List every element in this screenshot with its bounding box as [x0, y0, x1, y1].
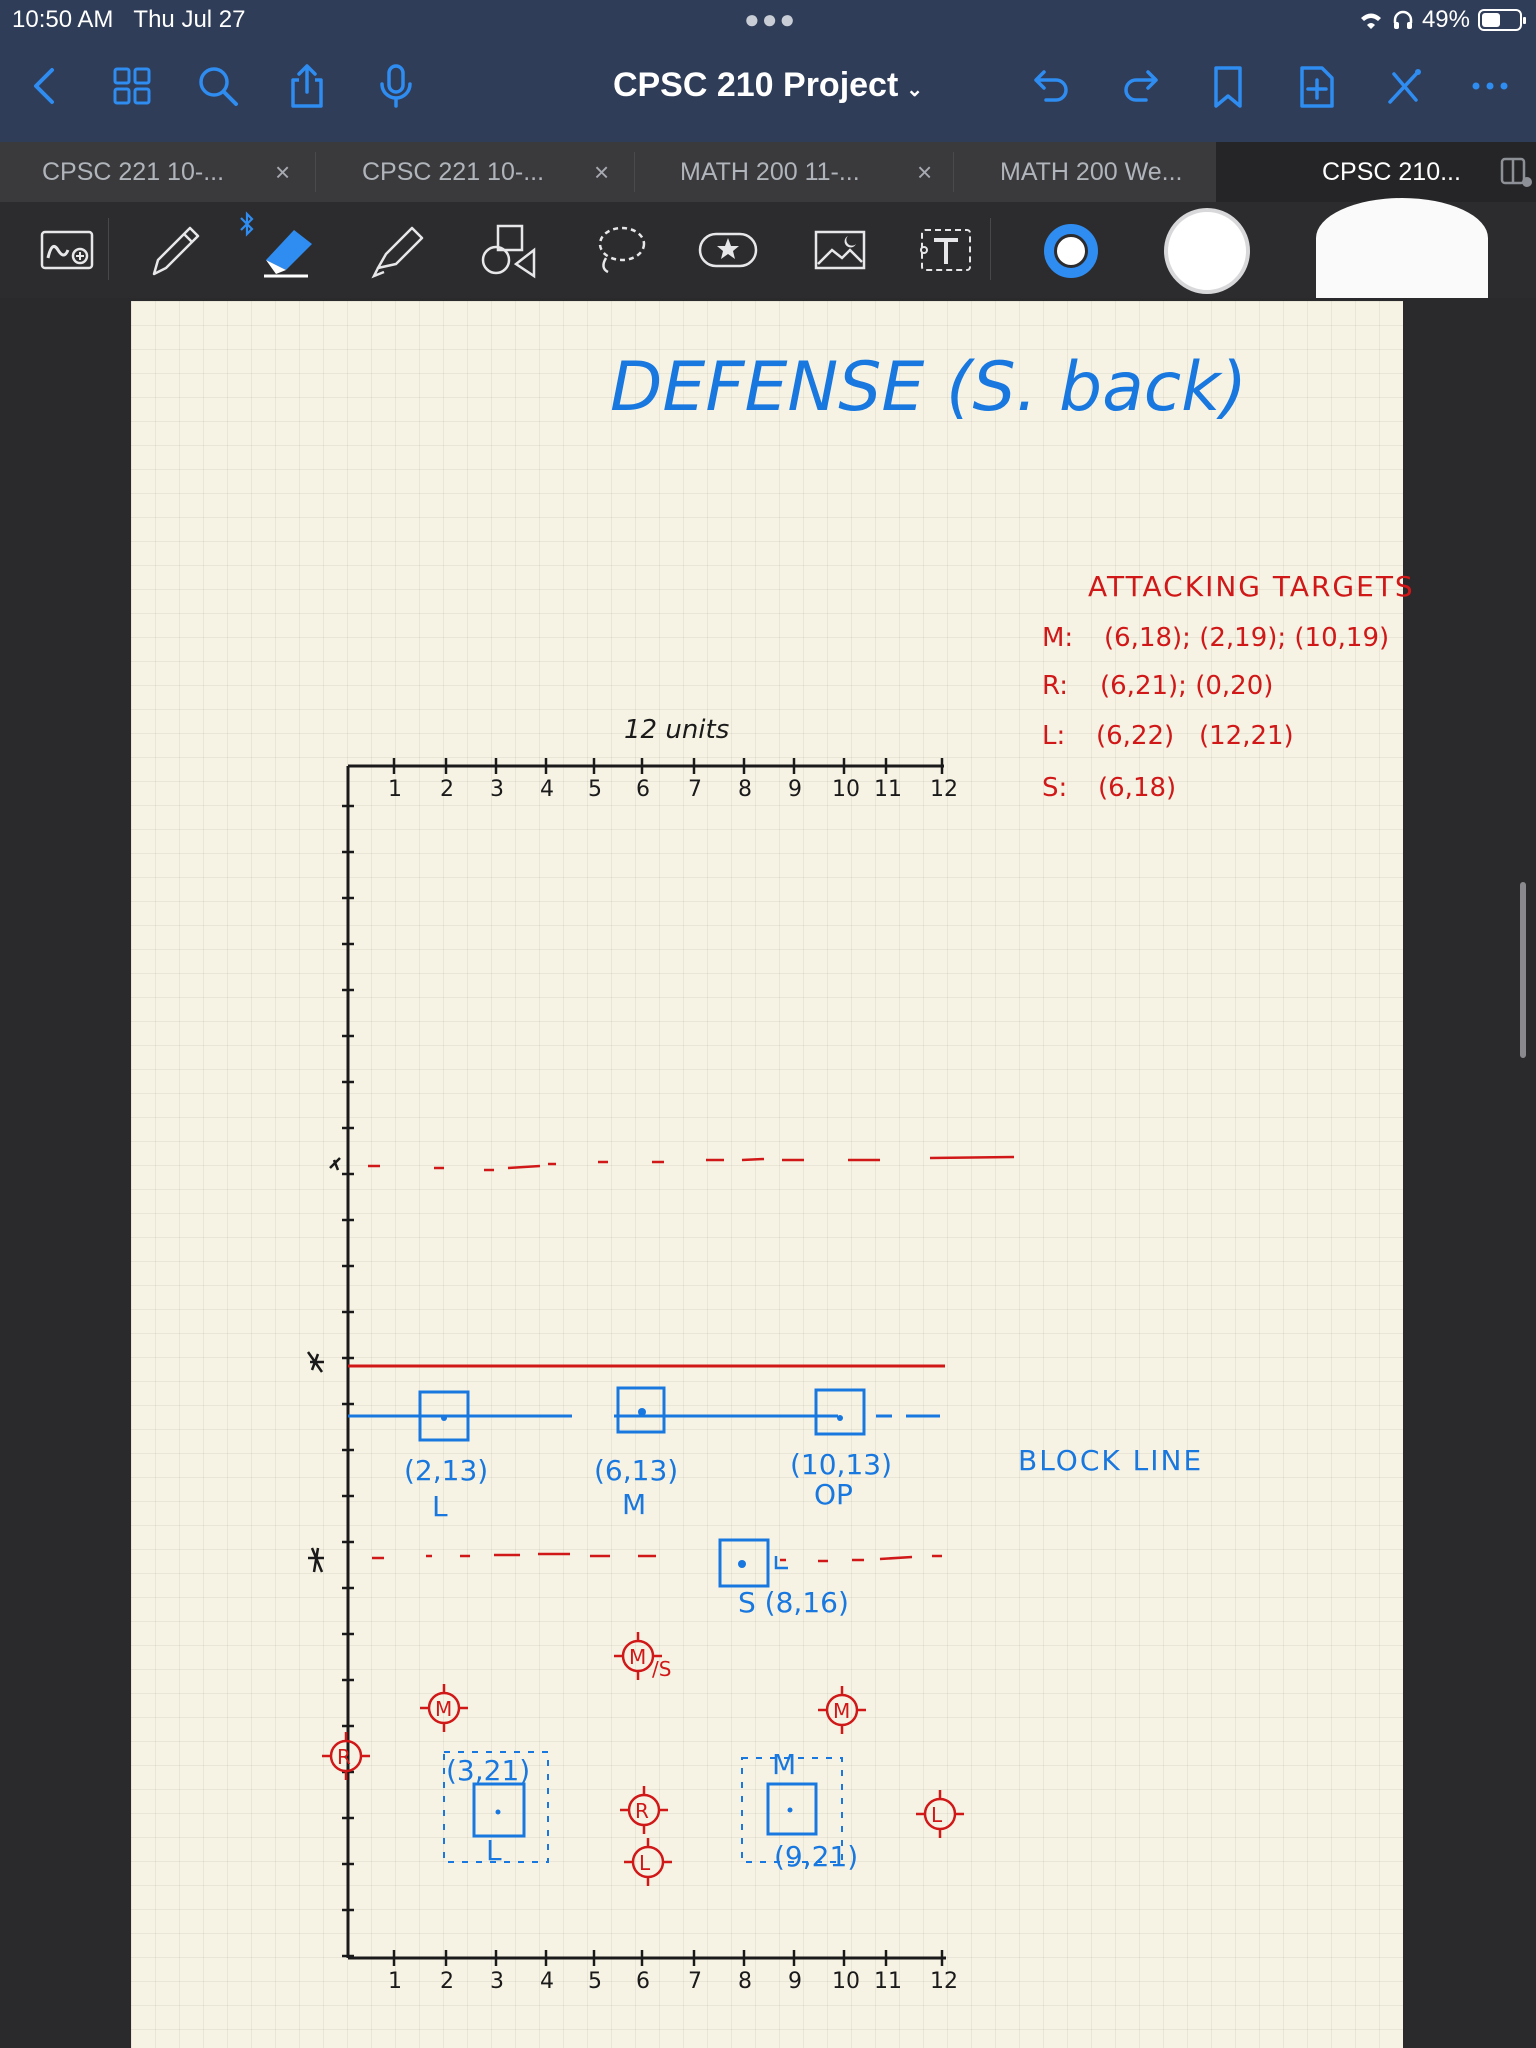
split-view-icon[interactable] — [1500, 156, 1534, 188]
multitasking-dots-icon[interactable]: ●●● — [744, 4, 797, 35]
scrollbar[interactable] — [1520, 882, 1526, 1058]
image-tool-icon[interactable] — [810, 220, 870, 280]
top-bar: 10:50 AM Thu Jul 27 ●●● 49% CPSC 210 Pro… — [0, 0, 1536, 142]
color-selected-blue[interactable] — [1044, 224, 1098, 278]
undo-icon[interactable] — [1028, 62, 1076, 110]
more-options-icon[interactable] — [1466, 62, 1514, 110]
add-page-icon[interactable] — [1292, 62, 1340, 110]
tab-label: MATH 200 We... — [1000, 157, 1183, 186]
headphones-icon — [1393, 10, 1413, 29]
stroke-preview[interactable] — [1316, 198, 1488, 298]
tool-divider — [990, 218, 991, 280]
bookmark-icon[interactable] — [1204, 62, 1252, 110]
document-title-text: CPSC 210 Project — [612, 66, 899, 104]
date-text: Thu Jul 27 — [133, 6, 246, 33]
tab-5-active[interactable]: CPSC 210... — [1216, 142, 1536, 202]
chevron-down-icon: ⌄ — [906, 79, 924, 101]
tab-label: CPSC 221 10-... — [42, 157, 225, 186]
bluetooth-icon — [236, 210, 258, 238]
status-time: 10:50 AM Thu Jul 27 — [12, 6, 246, 34]
tab-label: CPSC 210... — [1322, 157, 1461, 186]
eraser-tool-icon[interactable] — [258, 220, 318, 280]
tab-2[interactable]: CPSC 221 10-... × — [316, 142, 634, 202]
battery-icon — [1478, 9, 1526, 31]
elements-sticker-icon[interactable] — [698, 220, 758, 280]
redo-icon[interactable] — [1116, 62, 1164, 110]
tool-divider — [108, 218, 109, 280]
text-tool-icon[interactable] — [916, 220, 976, 280]
time-text: 10:50 AM — [12, 6, 114, 33]
lasso-tool-icon[interactable] — [590, 220, 650, 280]
tab-4[interactable]: MATH 200 We... × — [954, 142, 1249, 202]
status-bar: 10:50 AM Thu Jul 27 ●●● 49% — [0, 0, 1536, 40]
close-icon[interactable]: × — [917, 157, 932, 188]
note-page[interactable] — [131, 301, 1403, 2048]
color-inner — [1054, 234, 1088, 268]
pen-tool-icon[interactable] — [146, 220, 206, 280]
close-icon[interactable]: × — [594, 157, 609, 188]
tab-bar: CPSC 221 10-... × CPSC 221 10-... × MATH… — [0, 142, 1536, 202]
battery-percent: 49% — [1421, 6, 1470, 33]
status-right: 49% — [1358, 6, 1526, 34]
stroke-size-white[interactable] — [1164, 208, 1250, 294]
tab-label: CPSC 221 10-... — [362, 157, 545, 186]
tab-3[interactable]: MATH 200 11-... × — [635, 142, 953, 202]
tools-off-icon[interactable] — [1380, 62, 1428, 110]
drawing-toolbar — [0, 198, 1536, 298]
highlighter-tool-icon[interactable] — [368, 220, 428, 280]
tab-label: MATH 200 11-... — [680, 157, 860, 186]
zoom-write-icon[interactable] — [38, 220, 98, 280]
shapes-tool-icon[interactable] — [478, 220, 538, 280]
tab-1[interactable]: CPSC 221 10-... × — [0, 142, 315, 202]
wifi-icon — [1360, 13, 1381, 29]
close-icon[interactable]: × — [275, 157, 290, 188]
